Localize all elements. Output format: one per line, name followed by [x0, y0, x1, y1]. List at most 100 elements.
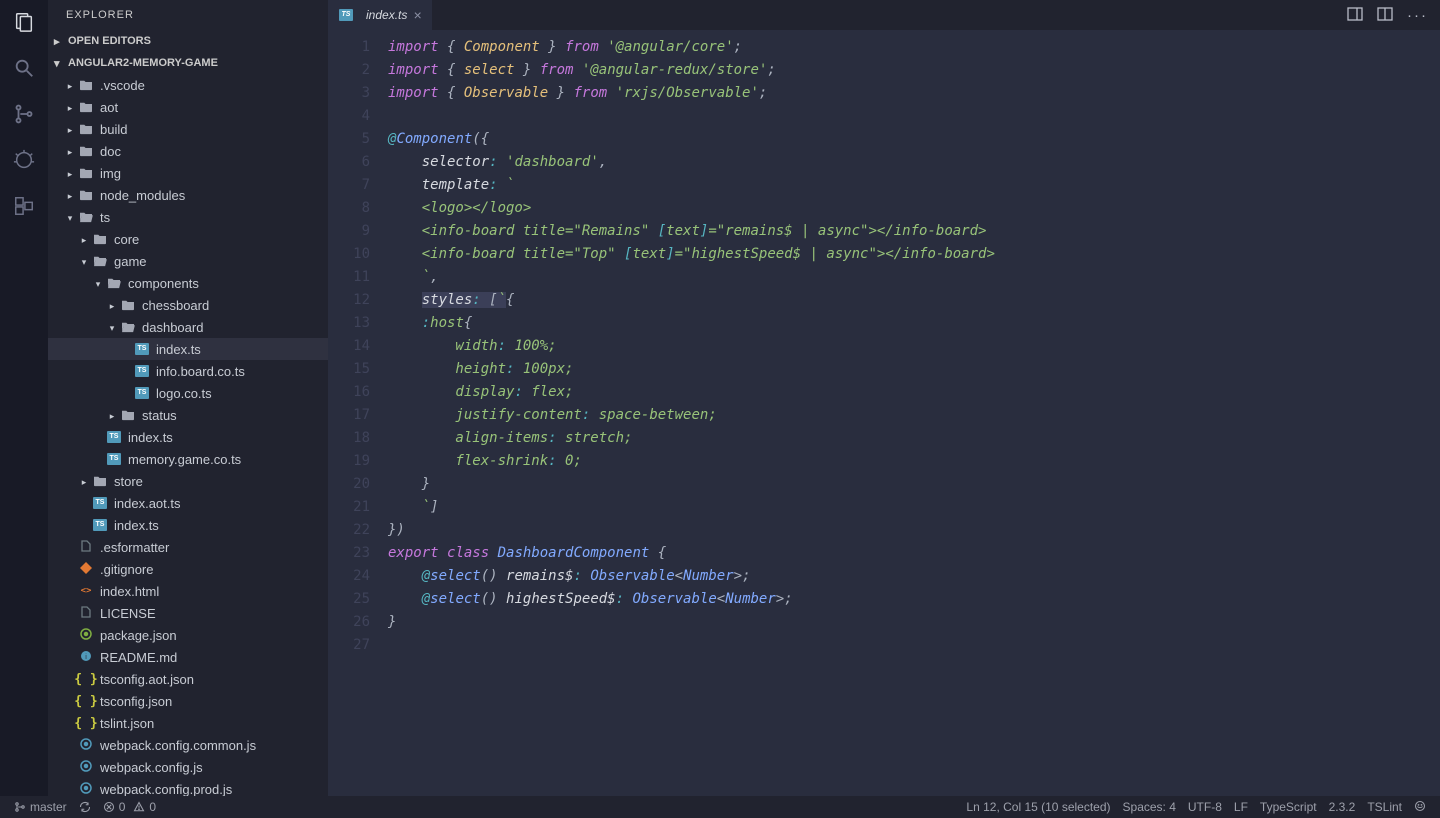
folder-node_modules[interactable]: ▸node_modules [48, 184, 328, 206]
chevron-icon: ▸ [66, 147, 74, 155]
folder-dashboard[interactable]: ▾dashboard [48, 316, 328, 338]
folder-icon [92, 254, 108, 268]
tree-item-label: README.md [100, 650, 177, 665]
open-editors-label: OPEN EDITORS [68, 35, 151, 47]
branch-name: master [30, 800, 67, 814]
folder-status[interactable]: ▸status [48, 404, 328, 426]
tree-item-label: index.html [100, 584, 159, 599]
chevron-icon: ▾ [66, 213, 74, 221]
folder-build[interactable]: ▸build [48, 118, 328, 140]
tree-item-label: LICENSE [100, 606, 156, 621]
file-tslint.json[interactable]: { }tslint.json [48, 712, 328, 734]
tree-item-label: node_modules [100, 188, 185, 203]
chevron-icon: ▸ [66, 169, 74, 177]
file-index.aot.ts[interactable]: TSindex.aot.ts [48, 492, 328, 514]
tabs: TS index.ts × ··· [328, 0, 1440, 30]
folder-store[interactable]: ▸store [48, 470, 328, 492]
chevron-icon: ▸ [108, 301, 116, 309]
eol[interactable]: LF [1228, 800, 1254, 814]
folder-img[interactable]: ▸img [48, 162, 328, 184]
open-editors-header[interactable]: ▸OPEN EDITORS [48, 30, 328, 52]
file-icon [78, 540, 94, 554]
file-tsconfig.json[interactable]: { }tsconfig.json [48, 690, 328, 712]
sync-button[interactable] [73, 796, 97, 818]
folder-icon [78, 210, 94, 224]
language-mode[interactable]: TypeScript [1254, 800, 1323, 814]
folder-doc[interactable]: ▸doc [48, 140, 328, 162]
file-memory.game.co.ts[interactable]: TSmemory.game.co.ts [48, 448, 328, 470]
file-webpack.config.js[interactable]: webpack.config.js [48, 756, 328, 778]
tree-item-label: ts [100, 210, 110, 225]
tslint[interactable]: TSLint [1361, 800, 1408, 814]
chevron-icon: ▸ [80, 235, 88, 243]
layout-icon[interactable] [1347, 6, 1363, 25]
feedback-icon[interactable] [1408, 800, 1432, 812]
sidebar: EXPLORER ▸OPEN EDITORS ▾ANGULAR2-MEMORY-… [48, 0, 328, 796]
folder-icon [92, 232, 108, 246]
folder-icon [78, 188, 94, 202]
file-icon: TS [134, 364, 150, 378]
tree-item-label: store [114, 474, 143, 489]
code-content[interactable]: import { Component } from '@angular/core… [388, 30, 1440, 796]
search-icon[interactable] [10, 54, 38, 82]
cursor-position[interactable]: Ln 12, Col 15 (10 selected) [960, 800, 1116, 814]
file-icon [78, 760, 94, 774]
file-webpack.config.prod.js[interactable]: webpack.config.prod.js [48, 778, 328, 796]
folder-.vscode[interactable]: ▸.vscode [48, 74, 328, 96]
file-webpack.config.common.js[interactable]: webpack.config.common.js [48, 734, 328, 756]
folder-game[interactable]: ▾game [48, 250, 328, 272]
ts-version[interactable]: 2.3.2 [1323, 800, 1362, 814]
file-README.md[interactable]: iREADME.md [48, 646, 328, 668]
tree-item-label: dashboard [142, 320, 203, 335]
file-index.ts[interactable]: TS index.ts [48, 426, 328, 448]
file-LICENSE[interactable]: LICENSE [48, 602, 328, 624]
file-package.json[interactable]: package.json [48, 624, 328, 646]
tab-index-ts[interactable]: TS index.ts × [328, 0, 432, 30]
explorer-icon[interactable] [10, 8, 38, 36]
debug-icon[interactable] [10, 146, 38, 174]
file-info.board.co.ts[interactable]: TSinfo.board.co.ts [48, 360, 328, 382]
file-icon: TS [106, 430, 122, 444]
file-index.ts[interactable]: TSindex.ts [48, 338, 328, 360]
file-logo.co.ts[interactable]: TSlogo.co.ts [48, 382, 328, 404]
folder-icon [106, 276, 122, 290]
folder-icon [78, 122, 94, 136]
file-.esformatter[interactable]: .esformatter [48, 536, 328, 558]
source-control-icon[interactable] [10, 100, 38, 128]
split-editor-icon[interactable] [1377, 6, 1393, 25]
folder-chessboard[interactable]: ▸chessboard [48, 294, 328, 316]
tree-item-label: game [114, 254, 147, 269]
file-.gitignore[interactable]: .gitignore [48, 558, 328, 580]
more-icon[interactable]: ··· [1407, 7, 1428, 24]
tree-item-label: components [128, 276, 199, 291]
close-icon[interactable]: × [413, 7, 421, 23]
encoding[interactable]: UTF-8 [1182, 800, 1228, 814]
problems[interactable]: 0 0 [97, 796, 162, 818]
tree-item-label: aot [100, 100, 118, 115]
folder-aot[interactable]: ▸aot [48, 96, 328, 118]
file-icon: TS [92, 496, 108, 510]
editor[interactable]: 1234567891011121314151617181920212223242… [328, 30, 1440, 796]
folder-components[interactable]: ▾components [48, 272, 328, 294]
file-index.ts[interactable]: TSindex.ts [48, 514, 328, 536]
tree-item-label: logo.co.ts [156, 386, 212, 401]
project-header[interactable]: ▾ ANGULAR2-MEMORY-GAME [48, 52, 328, 74]
folder-ts[interactable]: ▾ ts [48, 206, 328, 228]
chevron-down-icon: ▾ [54, 57, 64, 70]
folder-core[interactable]: ▸ core [48, 228, 328, 250]
file-icon: TS [134, 342, 150, 356]
tab-label: index.ts [366, 8, 407, 22]
tree-item-label: memory.game.co.ts [128, 452, 241, 467]
git-branch[interactable]: master [8, 796, 73, 818]
file-index.html[interactable]: <>index.html [48, 580, 328, 602]
file-tsconfig.aot.json[interactable]: { }tsconfig.aot.json [48, 668, 328, 690]
file-icon [78, 606, 94, 620]
file-tree: ▸.vscode▸aot▸build▸doc▸img▸node_modules▾… [48, 74, 328, 796]
tree-item-label: index.ts [128, 430, 173, 445]
tree-item-label: package.json [100, 628, 177, 643]
extensions-icon[interactable] [10, 192, 38, 220]
tree-item-label: core [114, 232, 139, 247]
project-name-label: ANGULAR2-MEMORY-GAME [68, 57, 218, 69]
folder-icon [92, 474, 108, 488]
indentation[interactable]: Spaces: 4 [1117, 800, 1182, 814]
